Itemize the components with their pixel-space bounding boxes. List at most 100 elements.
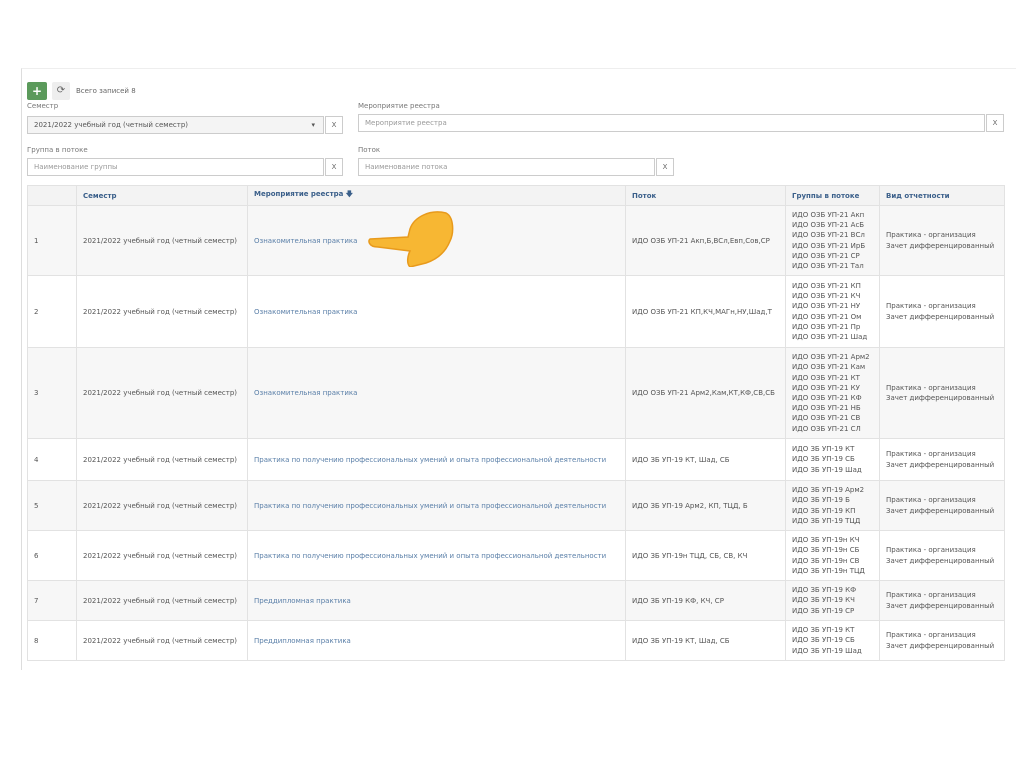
report-item: Практика - организация xyxy=(886,302,976,311)
table-row[interactable]: 5 2021/2022 учебный год (четный семестр) П… xyxy=(27,480,1005,531)
event-link[interactable]: Ознакомительная практика xyxy=(247,347,626,439)
groups-cell: ИДО ОЗБ УП-21 Акп ИДО ОЗБ УП-21 АсБ ИДО ОЗ… xyxy=(785,205,880,276)
semester-cell: 2021/2022 учебный год (четный семестр) xyxy=(76,480,248,531)
group-item: ИДО ОЗБ УП-21 Акп xyxy=(792,210,865,219)
semester-label: Семестр xyxy=(27,102,59,110)
stream-cell: ИДО ЗБ УП-19 КТ, Шад, СБ xyxy=(625,620,786,661)
table-row[interactable]: 8 2021/2022 учебный год (четный семестр) П… xyxy=(27,620,1005,661)
group-item: ИДО ОЗБ УП-21 ВСл xyxy=(792,231,865,240)
report-item: Зачет дифференцированный xyxy=(886,241,995,250)
header-col-groups[interactable]: Группы в потоке xyxy=(785,185,880,206)
group-item: ИДО ОЗБ УП-21 КУ xyxy=(792,383,860,392)
semester-value: 2021/2022 учебный год (четный семестр) xyxy=(34,121,188,129)
group-item: ИДО ОЗБ УП-21 КП xyxy=(792,281,861,290)
stream-clear-button[interactable]: X xyxy=(656,158,674,176)
group-item: ИДО ОЗБ УП-21 Шад xyxy=(792,332,868,341)
event-clear-button[interactable]: X xyxy=(986,114,1004,132)
group-input[interactable]: Наименование группы xyxy=(27,158,324,176)
group-item: ИДО ОЗБ УП-21 Тал xyxy=(792,261,864,270)
report-item: Зачет дифференцированный xyxy=(886,556,995,565)
total-records: Всего записей 8 xyxy=(76,87,136,95)
group-item: ИДО ЗБ УП-19 СБ xyxy=(792,455,855,464)
event-link[interactable]: Практика по получению профессиональных у… xyxy=(247,438,626,481)
add-button[interactable]: + xyxy=(27,82,47,100)
row-number: 7 xyxy=(27,580,77,621)
semester-cell: 2021/2022 учебный год (четный семестр) xyxy=(76,620,248,661)
event-link[interactable]: Практика по получению профессиональных у… xyxy=(247,480,626,531)
group-item: ИДО ОЗБ УП-21 СР xyxy=(792,251,860,260)
semester-select[interactable]: 2021/2022 учебный год (четный семестр) ▾ xyxy=(27,116,324,134)
row-number: 2 xyxy=(27,275,77,348)
semester-cell: 2021/2022 учебный год (четный семестр) xyxy=(76,275,248,348)
group-item: ИДО ЗБ УП-19 Шад xyxy=(792,646,862,655)
row-number: 6 xyxy=(27,530,77,581)
report-item: Практика - организация xyxy=(886,231,976,240)
table-row[interactable]: 4 2021/2022 учебный год (четный семестр) П… xyxy=(27,438,1005,481)
groups-cell: ИДО ЗБ УП-19 КТ ИДО ЗБ УП-19 СБ ИДО ЗБ УП-… xyxy=(785,438,880,481)
stream-cell: ИДО ЗБ УП-19 КФ, КЧ, СР xyxy=(625,580,786,621)
report-item: Практика - организация xyxy=(886,546,976,555)
group-item: ИДО ЗБ УП-19 Б xyxy=(792,496,850,505)
group-item: ИДО ЗБ УП-19 КТ xyxy=(792,445,855,454)
group-item: ИДО ЗБ УП-19н КЧ xyxy=(792,536,860,545)
report-type-cell: Практика - организация Зачет дифференциро… xyxy=(879,620,1005,661)
row-number: 4 xyxy=(27,438,77,481)
row-number: 5 xyxy=(27,480,77,531)
group-item: ИДО ОЗБ УП-21 КТ xyxy=(792,373,860,382)
groups-cell: ИДО ОЗБ УП-21 Арм2 ИДО ОЗБ УП-21 Кам ИДО О… xyxy=(785,347,880,439)
report-item: Зачет дифференцированный xyxy=(886,506,995,515)
stream-cell: ИДО ОЗБ УП-21 Акп,Б,ВСл,Евп,Сов,СР xyxy=(625,205,786,276)
groups-cell: ИДО ОЗБ УП-21 КП ИДО ОЗБ УП-21 КЧ ИДО ОЗБ … xyxy=(785,275,880,348)
semester-cell: 2021/2022 учебный год (четный семестр) xyxy=(76,438,248,481)
report-type-cell: Практика - организация Зачет дифференциро… xyxy=(879,275,1005,348)
group-item: ИДО ЗБ УП-19 СР xyxy=(792,606,855,615)
group-item: ИДО ОЗБ УП-21 АсБ xyxy=(792,221,865,230)
group-item: ИДО ЗБ УП-19н ТЦД xyxy=(792,566,865,575)
table-row[interactable]: 1 2021/2022 учебный год (четный семестр) О… xyxy=(27,205,1005,276)
event-link[interactable]: Ознакомительная практика xyxy=(247,275,626,348)
event-link[interactable]: Преддипломная практика xyxy=(247,580,626,621)
table-row[interactable]: 3 2021/2022 учебный год (четный семестр) О… xyxy=(27,347,1005,439)
header-col-report[interactable]: Вид отчетности xyxy=(879,185,1005,206)
event-label: Мероприятие реестра xyxy=(358,102,440,110)
group-item: ИДО ОЗБ УП-21 Арм2 xyxy=(792,353,870,362)
event-link[interactable]: Практика по получению профессиональных у… xyxy=(247,530,626,581)
chevron-down-icon: ▾ xyxy=(311,121,315,129)
semester-cell: 2021/2022 учебный год (четный семестр) xyxy=(76,530,248,581)
row-number: 8 xyxy=(27,620,77,661)
header-col-semester[interactable]: Семестр xyxy=(76,185,248,206)
semester-clear-button[interactable]: X xyxy=(325,116,343,134)
group-item: ИДО ЗБ УП-19 КЧ xyxy=(792,596,855,605)
group-label: Группа в потоке xyxy=(27,146,88,154)
group-item: ИДО ЗБ УП-19 КП xyxy=(792,506,856,515)
table-row[interactable]: 7 2021/2022 учебный год (четный семестр) П… xyxy=(27,580,1005,621)
report-type-cell: Практика - организация Зачет дифференциро… xyxy=(879,205,1005,276)
group-item: ИДО ЗБ УП-19 СБ xyxy=(792,636,855,645)
report-type-cell: Практика - организация Зачет дифференциро… xyxy=(879,480,1005,531)
table-row[interactable]: 2 2021/2022 учебный год (четный семестр) О… xyxy=(27,275,1005,348)
header-col-event[interactable]: Мероприятие реестра 🡇 xyxy=(247,185,626,206)
groups-cell: ИДО ЗБ УП-19 КТ ИДО ЗБ УП-19 СБ ИДО ЗБ УП-… xyxy=(785,620,880,661)
stream-cell: ИДО ОЗБ УП-21 Арм2,Кам,КТ,КФ,СВ,СБ xyxy=(625,347,786,439)
pointing-hand-icon xyxy=(368,211,454,267)
report-type-cell: Практика - организация Зачет дифференциро… xyxy=(879,438,1005,481)
event-link[interactable]: Преддипломная практика xyxy=(247,620,626,661)
group-clear-button[interactable]: X xyxy=(325,158,343,176)
event-input[interactable]: Мероприятие реестра xyxy=(358,114,985,132)
group-item: ИДО ОЗБ УП-21 НБ xyxy=(792,404,861,413)
report-type-cell: Практика - организация Зачет дифференциро… xyxy=(879,580,1005,621)
header-col-number[interactable] xyxy=(27,185,77,206)
report-item: Практика - организация xyxy=(886,631,976,640)
refresh-button[interactable]: ⟳ xyxy=(52,82,70,100)
group-item: ИДО ЗБ УП-19 КТ xyxy=(792,626,855,635)
report-item: Практика - организация xyxy=(886,496,976,505)
report-type-cell: Практика - организация Зачет дифференциро… xyxy=(879,530,1005,581)
groups-cell: ИДО ЗБ УП-19н КЧ ИДО ЗБ УП-19н СБ ИДО ЗБ У… xyxy=(785,530,880,581)
header-col-stream[interactable]: Поток xyxy=(625,185,786,206)
row-number: 3 xyxy=(27,347,77,439)
table-row[interactable]: 6 2021/2022 учебный год (четный семестр) П… xyxy=(27,530,1005,581)
stream-input[interactable]: Наименование потока xyxy=(358,158,655,176)
report-type-cell: Практика - организация Зачет дифференциро… xyxy=(879,347,1005,439)
report-item: Зачет дифференцированный xyxy=(886,601,995,610)
report-item: Практика - организация xyxy=(886,591,976,600)
